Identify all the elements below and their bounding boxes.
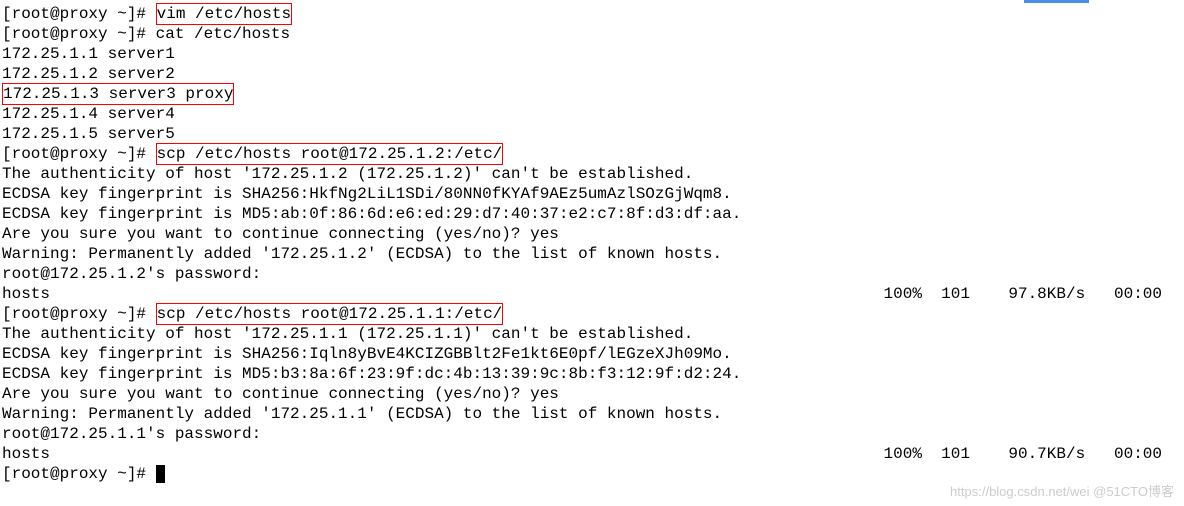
terminal-output: 172.25.1.3 server3 proxy: [2, 84, 1182, 104]
terminal-line[interactable]: [root@proxy ~]#: [2, 464, 1182, 484]
terminal-output: 172.25.1.2 server2: [2, 64, 1182, 84]
highlighted-command: scp /etc/hosts root@172.25.1.1:/etc/: [156, 303, 504, 325]
terminal-output: The authenticity of host '172.25.1.1 (17…: [2, 324, 1182, 344]
highlighted-command: vim /etc/hosts: [156, 3, 292, 25]
terminal-line: [root@proxy ~]# cat /etc/hosts: [2, 24, 1182, 44]
highlighted-command: scp /etc/hosts root@172.25.1.2:/etc/: [156, 143, 504, 165]
terminal-output: Warning: Permanently added '172.25.1.1' …: [2, 404, 1182, 424]
prompt: [root@proxy ~]#: [2, 465, 156, 483]
terminal-output: ECDSA key fingerprint is SHA256:HkfNg2Li…: [2, 184, 1182, 204]
terminal-output: 172.25.1.1 server1: [2, 44, 1182, 64]
terminal-line: [root@proxy ~]# vim /etc/hosts: [2, 4, 1182, 24]
transfer-file: hosts: [2, 284, 50, 304]
transfer-progress: hosts 100% 101 90.7KB/s 00:00: [2, 444, 1182, 464]
scroll-indicator: [1024, 0, 1089, 3]
transfer-file: hosts: [2, 444, 50, 464]
terminal-output: ECDSA key fingerprint is MD5:b3:8a:6f:23…: [2, 364, 1182, 384]
terminal-line: [root@proxy ~]# scp /etc/hosts root@172.…: [2, 144, 1182, 164]
cursor-icon: [156, 465, 165, 483]
terminal-output: root@172.25.1.1's password:: [2, 424, 1182, 444]
terminal-output: root@172.25.1.2's password:: [2, 264, 1182, 284]
prompt: [root@proxy ~]#: [2, 5, 156, 23]
transfer-stats: 100% 101 97.8KB/s 00:00: [884, 284, 1182, 304]
prompt: [root@proxy ~]#: [2, 305, 156, 323]
transfer-progress: hosts 100% 101 97.8KB/s 00:00: [2, 284, 1182, 304]
highlighted-output: 172.25.1.3 server3 proxy: [2, 83, 234, 105]
terminal-output: ECDSA key fingerprint is SHA256:Iqln8yBv…: [2, 344, 1182, 364]
terminal-output: 172.25.1.5 server5: [2, 124, 1182, 144]
terminal-output: ECDSA key fingerprint is MD5:ab:0f:86:6d…: [2, 204, 1182, 224]
terminal-output: Are you sure you want to continue connec…: [2, 384, 1182, 404]
prompt: [root@proxy ~]#: [2, 145, 156, 163]
terminal-output: The authenticity of host '172.25.1.2 (17…: [2, 164, 1182, 184]
terminal-output: 172.25.1.4 server4: [2, 104, 1182, 124]
prompt: [root@proxy ~]#: [2, 25, 156, 43]
command: cat /etc/hosts: [156, 25, 290, 43]
transfer-stats: 100% 101 90.7KB/s 00:00: [884, 444, 1182, 464]
terminal-output: Warning: Permanently added '172.25.1.2' …: [2, 244, 1182, 264]
terminal-line: [root@proxy ~]# scp /etc/hosts root@172.…: [2, 304, 1182, 324]
watermark: https://blog.csdn.net/wei @51CTO博客: [950, 484, 1174, 500]
terminal-output: Are you sure you want to continue connec…: [2, 224, 1182, 244]
